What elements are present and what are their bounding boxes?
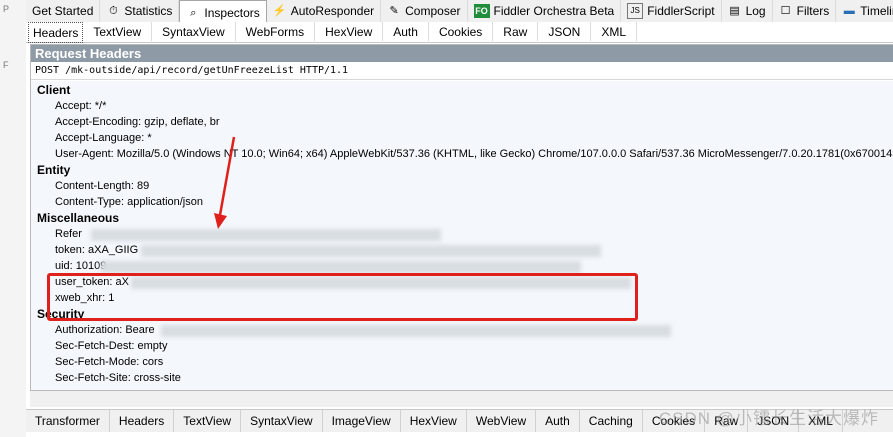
tab-imageview[interactable]: ImageView [323,410,401,432]
request-tab-bar: Headers TextView SyntaxView WebForms Hex… [26,22,893,43]
pencil-icon: ✎ [389,5,399,17]
tab-label: WebForms [245,24,305,39]
tab-label: AutoResponder [290,4,375,18]
strip-glyph: P [3,4,10,14]
tab-autoresponder[interactable]: ⚡ AutoResponder [267,0,382,22]
tab-label: Auth [393,24,418,39]
strip-glyph: F [3,60,9,70]
tab-caching[interactable]: Caching [580,410,643,432]
bolt-icon: ⚡ [272,5,287,17]
tab-label: HexView [325,24,373,39]
session-list-strip: P F [0,0,27,437]
tab-label: TextView [183,414,232,428]
tab-label: Inspectors [204,5,260,20]
tab-response-hexview[interactable]: HexView [401,410,467,432]
arrow-shaft [218,136,236,216]
tab-json[interactable]: JSON [538,22,592,41]
tab-hexview[interactable]: HexView [315,22,384,41]
timeline-icon: ▬ [843,5,855,17]
tab-label: Headers [118,414,165,428]
tab-label: Auth [545,414,570,428]
tab-xml[interactable]: XML [591,22,638,41]
tab-label: HexView [409,414,457,428]
tab-log[interactable]: ▤ Log [722,0,773,22]
tab-response-auth[interactable]: Auth [536,410,580,432]
tab-auth[interactable]: Auth [383,22,429,41]
tab-label: Composer [405,4,461,18]
tab-textview[interactable]: TextView [83,22,153,41]
tab-statistics[interactable]: ⏱ Statistics [100,0,180,22]
tab-label: WebView [475,414,527,428]
tab-label: Raw [503,24,528,39]
tab-fiddlerscript[interactable]: JS FiddlerScript [621,0,722,22]
annotation-arrow [214,136,236,229]
tab-response-headers[interactable]: Headers [110,410,175,432]
tab-response-textview[interactable]: TextView [174,410,242,432]
doc-icon: ▤ [729,5,740,17]
request-headers-panel: Request Headers POST /mk-outside/api/rec… [30,44,893,391]
tab-transformer[interactable]: Transformer [26,410,110,432]
tab-cookies[interactable]: Cookies [429,22,494,41]
tab-label: Cookies [438,24,483,39]
tab-label: TextView [93,24,142,39]
tab-composer[interactable]: ✎ Composer [381,0,468,22]
inspect-icon: ⌕ [190,6,197,19]
tab-filters[interactable]: ☐ Filters [773,0,837,22]
stopwatch-icon: ⏱ [109,5,118,17]
tab-timeline[interactable]: ▬ Timeline [836,0,893,22]
tab-label: Filters [796,4,830,18]
top-tab-bar: Get Started ⏱ Statistics ⌕ Inspectors ⚡ Aut… [26,0,893,24]
tab-label: Get Started [32,4,94,18]
tab-label: Caching [588,414,633,428]
tab-label: ImageView [331,414,391,428]
tab-webforms[interactable]: WebForms [236,22,316,41]
tab-label: JSON [548,24,581,39]
tab-label: Transformer [35,414,100,428]
fo-icon: FO [473,4,490,18]
tab-label: XML [601,24,627,39]
tab-syntaxview[interactable]: SyntaxView [152,22,236,41]
tab-label: Log [745,4,766,18]
checkbox-icon: ☐ [780,5,791,17]
tab-label: SyntaxView [162,24,225,39]
tab-webview[interactable]: WebView [467,410,537,432]
tab-response-syntaxview[interactable]: SyntaxView [241,410,323,432]
js-icon: JS [627,3,644,19]
inspector-pane: Get Started ⏱ Statistics ⌕ Inspectors ⚡ Aut… [26,0,893,437]
tab-label: FiddlerScript [647,4,715,18]
tab-inspectors[interactable]: ⌕ Inspectors [179,0,267,24]
tab-get-started[interactable]: Get Started [26,0,101,22]
tab-headers[interactable]: Headers [28,22,84,43]
tab-label: Timeline [860,4,893,18]
arrow-head [214,213,227,229]
tab-raw[interactable]: Raw [493,22,539,41]
tab-fiddler-orchestra[interactable]: FO Fiddler Orchestra Beta [468,0,622,22]
tab-label: Statistics [124,4,173,18]
tab-label: SyntaxView [250,414,313,428]
watermark: CSDN @小镭长生活大爆炸 [658,409,879,428]
tab-label: Headers [33,25,79,40]
tab-label: Fiddler Orchestra Beta [493,4,615,18]
